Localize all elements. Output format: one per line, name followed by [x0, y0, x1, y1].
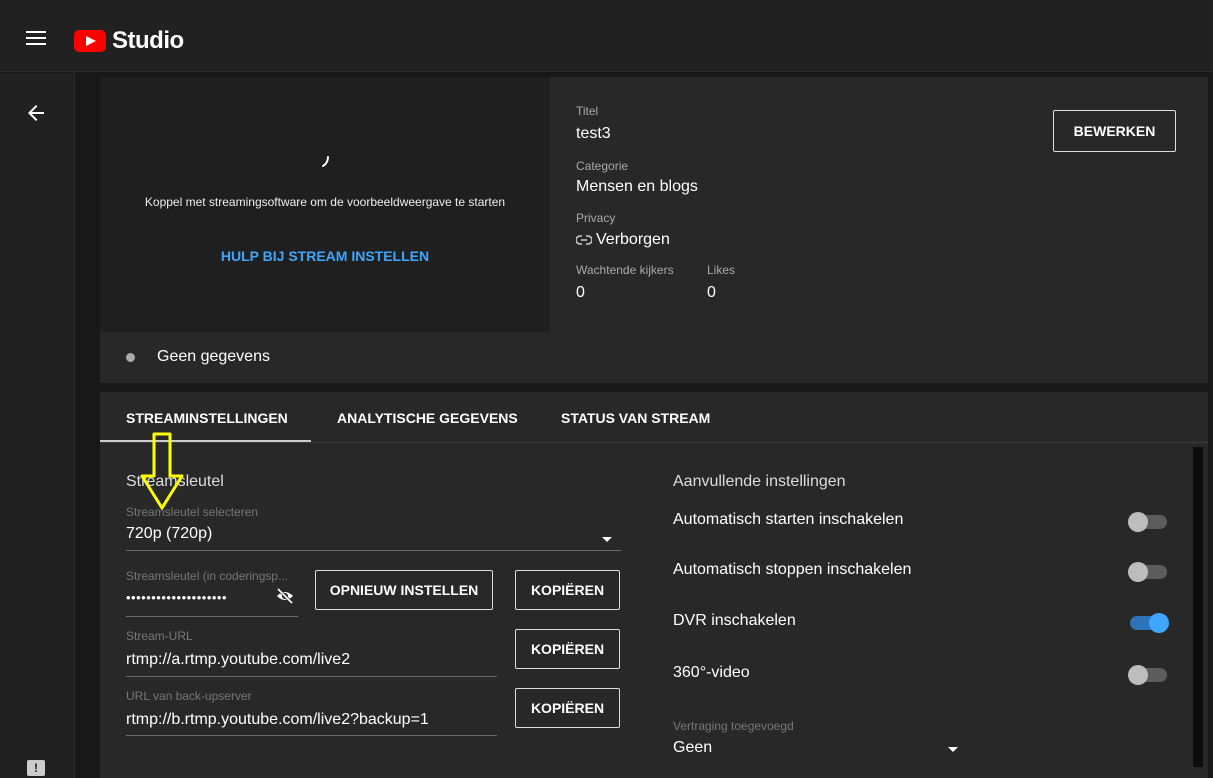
visibility-off-icon[interactable]: [275, 588, 295, 604]
back-arrow-icon[interactable]: [24, 101, 48, 125]
stream-details: Titel test3 Categorie Mensen en blogs Pr…: [550, 77, 1208, 332]
hamburger-menu-icon[interactable]: [26, 31, 46, 45]
waiting-viewers-label: Wachtende kijkers: [576, 263, 674, 277]
waiting-viewers-value: 0: [576, 284, 585, 301]
settings-panel: STREAMINSTELLINGEN ANALYTISCHE GEGEVENS …: [100, 392, 1208, 778]
tab-divider: [100, 442, 1208, 443]
backup-url-value[interactable]: rtmp://b.rtmp.youtube.com/live2?backup=1: [126, 711, 429, 729]
panel-scrollbar[interactable]: [1193, 447, 1203, 767]
stream-key-select-value[interactable]: 720p (720p): [126, 525, 212, 543]
main-content: Koppel met streamingsoftware om de voorb…: [75, 73, 1213, 778]
additional-settings-heading: Aanvullende instellingen: [673, 473, 846, 490]
category-label: Categorie: [576, 159, 629, 173]
video-360-toggle[interactable]: [1128, 665, 1167, 685]
stream-key-select-underline: [126, 550, 621, 551]
left-rail: !: [0, 73, 75, 778]
active-tab-indicator: [100, 440, 311, 442]
privacy-value: Verborgen: [575, 231, 670, 249]
latency-dropdown-icon[interactable]: [948, 747, 958, 752]
category-value: Mensen en blogs: [576, 178, 698, 195]
copy-stream-url-button[interactable]: KOPIËREN: [515, 629, 620, 669]
copy-stream-key-button[interactable]: KOPIËREN: [515, 570, 620, 610]
backup-url-label: URL van back-upserver: [126, 689, 252, 703]
tab-analytics[interactable]: ANALYTISCHE GEGEVENS: [337, 410, 518, 426]
privacy-value-text: Verborgen: [596, 231, 670, 248]
stream-key-underline: [126, 616, 298, 617]
youtube-play-icon: [74, 30, 106, 52]
stream-status-bar: Geen gegevens: [100, 332, 1208, 383]
reset-stream-key-button[interactable]: OPNIEUW INSTELLEN: [315, 570, 493, 610]
title-label: Titel: [576, 104, 599, 118]
likes-label: Likes: [707, 263, 736, 277]
loading-spinner-icon: [322, 156, 329, 167]
title-value: test3: [576, 125, 611, 142]
stream-url-value[interactable]: rtmp://a.rtmp.youtube.com/live2: [126, 651, 350, 669]
copy-backup-url-button[interactable]: KOPIËREN: [515, 688, 620, 728]
stream-key-value[interactable]: ••••••••••••••••••••: [126, 590, 227, 605]
backup-url-underline: [126, 735, 497, 736]
tab-stream-status[interactable]: STATUS VAN STREAM: [561, 410, 710, 426]
likes-value: 0: [707, 284, 716, 301]
latency-value[interactable]: Geen: [673, 739, 712, 757]
dvr-toggle[interactable]: [1130, 613, 1169, 633]
stream-url-underline: [126, 676, 497, 677]
preview-message: Koppel met streamingsoftware om de voorb…: [144, 195, 506, 209]
logo-text: Studio: [112, 27, 184, 54]
top-bar: Studio: [0, 0, 1213, 72]
status-text: Geen gegevens: [157, 348, 270, 365]
annotation-down-arrow-icon: [140, 432, 184, 510]
stream-key-dropdown-icon[interactable]: [602, 537, 612, 542]
studio-logo[interactable]: Studio: [74, 27, 184, 55]
dvr-label: DVR inschakelen: [673, 612, 796, 629]
auto-stop-label: Automatisch stoppen inschakelen: [673, 561, 912, 578]
auto-stop-toggle[interactable]: [1128, 562, 1167, 582]
stream-preview: Koppel met streamingsoftware om de voorb…: [100, 77, 550, 332]
feedback-icon[interactable]: !: [27, 760, 45, 776]
stream-url-label: Stream-URL: [126, 629, 193, 643]
stream-key-label: Streamsleutel (in coderingsp...: [126, 569, 289, 583]
auto-start-label: Automatisch starten inschakelen: [673, 511, 904, 528]
status-dot-icon: [126, 353, 135, 362]
edit-button[interactable]: BEWERKEN: [1053, 110, 1176, 152]
latency-label: Vertraging toegevoegd: [673, 719, 794, 733]
link-icon: [575, 235, 593, 245]
help-setup-link[interactable]: HULP BIJ STREAM INSTELLEN: [100, 248, 550, 264]
auto-start-toggle[interactable]: [1128, 512, 1167, 532]
tab-stream-settings[interactable]: STREAMINSTELLINGEN: [126, 410, 288, 426]
privacy-label: Privacy: [576, 211, 616, 225]
video-360-label: 360°-video: [673, 664, 750, 681]
